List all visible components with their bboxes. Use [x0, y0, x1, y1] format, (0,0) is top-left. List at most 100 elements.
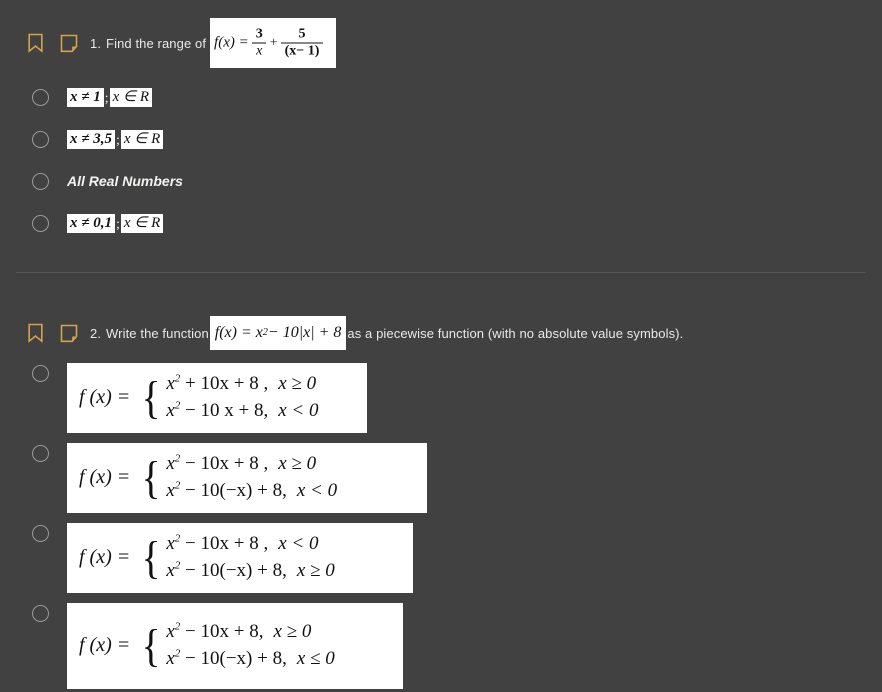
radio-q1-opt-2[interactable] [32, 130, 49, 148]
option-row[interactable]: f (x) = { x2 − 10x + 8 ,x < 0 x2 − 10(−x… [0, 522, 882, 593]
line-1-condition: x < 0 [278, 532, 319, 554]
question-2-prompt-suffix: as a piecewise function (with no absolut… [347, 325, 684, 341]
piecewise-lead: f (x) = [79, 634, 131, 657]
line-1-expr-post: − 10x + 8 , [180, 532, 269, 554]
question-2-number: 2. [90, 325, 102, 341]
fraction-2-denominator: (x− 1) [280, 42, 324, 59]
line-1-expr-pre: x [166, 452, 175, 474]
equation-inline-before: f(x) = x [214, 324, 263, 341]
radio-q2-opt-4[interactable] [32, 604, 49, 622]
question-1-options: x ≠ 1 ; x ∈ R x ≠ 3,5 ; x ∈ R All Real N… [0, 76, 882, 244]
piecewise-line-1: x2 − 10x + 8, x ≥ 0 [166, 619, 334, 646]
question-2-options: f (x) = { x2 + 10x + 8 ,x ≥ 0 x2 − 10 x … [0, 359, 882, 689]
brace-icon: { [141, 532, 161, 584]
option-q1-3-label: All Real Numbers [67, 173, 183, 189]
line-2-expr-post: − 10(−x) + 8, [180, 479, 287, 501]
question-1-equation-image: f(x) = 3 x + 5 (x− 1) [210, 18, 337, 68]
line-2-expr-pre: x [166, 647, 175, 669]
question-1-header: 1. Find the range of f(x) = 3 x + 5 (x− … [0, 18, 882, 68]
bookmark-icon[interactable] [24, 32, 46, 54]
piecewise-line-2: x2 − 10(−x) + 8, x ≥ 0 [166, 558, 334, 585]
option-q2-2-math: f (x) = { x2 − 10x + 8 ,x ≥ 0 x2 − 10(−x… [67, 442, 427, 513]
option-row[interactable]: x ≠ 3,5 ; x ∈ R [0, 118, 882, 160]
fraction-1-denominator: x [252, 42, 267, 59]
note-icon[interactable] [58, 322, 80, 344]
brace-icon: { [141, 452, 161, 504]
option-row[interactable]: x ≠ 1 ; x ∈ R [0, 76, 882, 118]
bookmark-icon[interactable] [24, 322, 46, 344]
piecewise-lead: f (x) = [79, 466, 131, 489]
line-1-expr-pre: x [166, 532, 175, 554]
fraction-term-1: 3 x [252, 26, 267, 59]
option-q1-4-content: x ≠ 0,1 ; x ∈ R [67, 213, 164, 233]
line-1-expr-post: − 10x + 8 , [180, 452, 269, 474]
piecewise-line-2: x2 − 10(−x) + 8, x ≤ 0 [166, 646, 334, 673]
line-1-expr-post: + 10x + 8 , [180, 373, 269, 394]
option-row[interactable]: f (x) = { x2 − 10x + 8, x ≥ 0 x2 − 10(−x)… [0, 602, 882, 689]
fraction-1-numerator: 3 [255, 26, 263, 42]
note-icon[interactable] [58, 32, 80, 54]
brace-icon: { [141, 620, 161, 672]
radio-q1-opt-1[interactable] [32, 88, 49, 106]
brace-icon: { [141, 372, 161, 424]
piecewise-line-2: x2 − 10(−x) + 8, x < 0 [166, 478, 337, 505]
option-math-chip-b: x ∈ R [109, 87, 153, 107]
radio-q1-opt-4[interactable] [32, 214, 49, 232]
option-math-chip-a: x ≠ 3,5 [67, 129, 115, 149]
piecewise-lines: x2 − 10x + 8, x ≥ 0 x2 − 10(−x) + 8, x ≤ 0 [166, 619, 334, 673]
question-2-prompt: Write the function [106, 325, 209, 341]
equation-lead: f(x) = [214, 34, 249, 51]
line-1-condition: x ≥ 0 [278, 373, 317, 394]
line-1-expr-post: − 10x + 8, [180, 620, 264, 642]
option-q1-1-content: x ≠ 1 ; x ∈ R [67, 87, 153, 107]
option-row[interactable]: All Real Numbers [0, 160, 882, 202]
line-2-expr-post: − 10(−x) + 8, [180, 559, 287, 581]
line-2-expr-pre: x [166, 559, 175, 581]
line-2-condition: x < 0 [296, 479, 338, 501]
radio-q1-opt-3[interactable] [32, 172, 49, 190]
option-math-chip-a: x ≠ 1 [67, 87, 104, 107]
option-math-chip-a: x ≠ 0,1 [67, 213, 115, 233]
line-2-condition: x ≥ 0 [296, 559, 335, 581]
line-2-expr-post: − 10 x + 8, [180, 399, 269, 421]
radio-q2-opt-3[interactable] [32, 524, 49, 542]
question-2-header: 2. Write the function f(x) = x2 − 10|x| … [0, 315, 882, 351]
piecewise-lead: f (x) = [79, 546, 131, 569]
quiz-page: 1. Find the range of f(x) = 3 x + 5 (x− … [0, 0, 882, 692]
line-1-expr-pre: x [166, 620, 175, 642]
option-math-chip-b: x ∈ R [120, 129, 164, 149]
piecewise-line-1: x2 + 10x + 8 ,x ≥ 0 [166, 371, 318, 398]
fraction-2-numerator: 5 [298, 26, 306, 42]
option-row[interactable]: f (x) = { x2 + 10x + 8 ,x ≥ 0 x2 − 10 x … [0, 359, 882, 433]
equation-operator: + [269, 35, 278, 50]
piecewise-lead: f (x) = [79, 386, 131, 409]
option-q2-3-math: f (x) = { x2 − 10x + 8 ,x < 0 x2 − 10(−x… [67, 522, 413, 593]
line-2-expr-post: − 10(−x) + 8, [180, 647, 287, 669]
line-2-condition: x < 0 [278, 399, 319, 421]
piecewise-line-1: x2 − 10x + 8 ,x < 0 [166, 531, 334, 558]
line-1-condition: x ≥ 0 [273, 620, 312, 642]
option-row[interactable]: x ≠ 0,1 ; x ∈ R [0, 202, 882, 244]
piecewise-line-1: x2 − 10x + 8 ,x ≥ 0 [166, 451, 337, 478]
question-block-1: 1. Find the range of f(x) = 3 x + 5 (x− … [0, 0, 882, 244]
line-1-condition: x ≥ 0 [278, 452, 317, 474]
question-1-number: 1. [90, 35, 102, 51]
equation-inline-after: − 10|x| + 8 [267, 324, 342, 341]
option-q1-2-content: x ≠ 3,5 ; x ∈ R [67, 129, 164, 149]
radio-q2-opt-1[interactable] [32, 365, 49, 382]
piecewise-lines: x2 − 10x + 8 ,x ≥ 0 x2 − 10(−x) + 8, x < … [166, 451, 337, 505]
question-2-equation-image: f(x) = x2 − 10|x| + 8 [209, 316, 347, 350]
question-1-prompt: Find the range of [106, 35, 207, 51]
piecewise-line-2: x2 − 10 x + 8, x < 0 [166, 398, 318, 425]
option-q2-4-math: f (x) = { x2 − 10x + 8, x ≥ 0 x2 − 10(−x)… [67, 602, 403, 689]
line-1-expr-pre: x [166, 373, 175, 394]
option-math-chip-b: x ∈ R [120, 213, 164, 233]
fraction-term-2: 5 (x− 1) [280, 26, 324, 59]
line-2-expr-pre: x [166, 479, 175, 501]
piecewise-lines: x2 + 10x + 8 ,x ≥ 0 x2 − 10 x + 8, x < 0 [166, 371, 318, 425]
radio-q2-opt-2[interactable] [32, 444, 49, 462]
option-row[interactable]: f (x) = { x2 − 10x + 8 ,x ≥ 0 x2 − 10(−x… [0, 442, 882, 513]
piecewise-lines: x2 − 10x + 8 ,x < 0 x2 − 10(−x) + 8, x ≥ … [166, 531, 334, 585]
line-2-expr-pre: x [166, 399, 175, 421]
option-q2-1-math: f (x) = { x2 + 10x + 8 ,x ≥ 0 x2 − 10 x … [67, 363, 367, 433]
